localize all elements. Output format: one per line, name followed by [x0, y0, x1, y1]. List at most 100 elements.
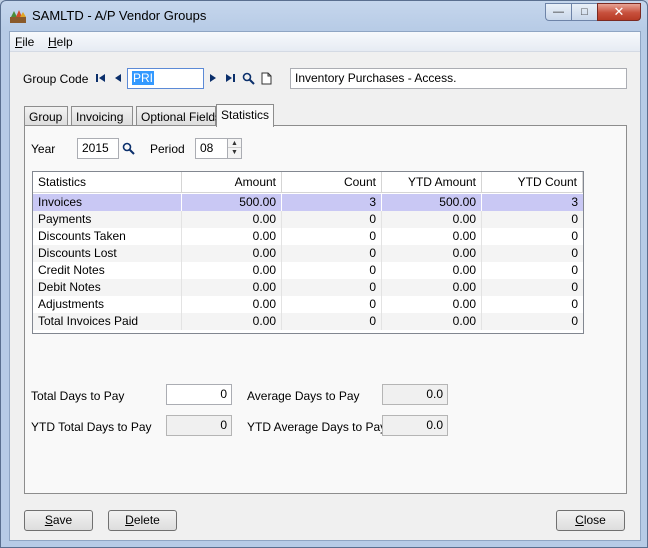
window-controls: — □ ✕	[545, 3, 641, 21]
menu-file[interactable]: File	[15, 35, 34, 49]
table-cell: 0	[282, 313, 382, 330]
delete-button[interactable]: Delete	[108, 510, 177, 531]
table-cell: 3	[282, 194, 382, 211]
table-cell: Invoices	[33, 194, 182, 211]
client-area: File Help Group Code PRI Inventory Purch…	[9, 31, 641, 541]
last-record-icon[interactable]	[223, 71, 237, 85]
table-row[interactable]: Discounts Taken 0.00 0 0.00 0	[33, 228, 583, 245]
close-label: lose	[583, 513, 606, 527]
table-row[interactable]: Total Invoices Paid 0.00 0 0.00 0	[33, 313, 583, 330]
table-cell: 0.00	[182, 228, 282, 245]
statistics-panel: Year 2015 Period 08 ▲ ▼ Statistics Amoun…	[24, 125, 627, 494]
table-header: Statistics Amount Count YTD Amount YTD C…	[33, 172, 583, 193]
close-button[interactable]: Close	[556, 510, 625, 531]
table-cell: Total Invoices Paid	[33, 313, 182, 330]
year-finder-icon[interactable]	[121, 141, 135, 155]
table-cell: 500.00	[182, 194, 282, 211]
period-label: Period	[150, 142, 185, 156]
table-cell: Debit Notes	[33, 279, 182, 296]
table-cell: 0	[571, 297, 578, 311]
table-cell: 0	[282, 279, 382, 296]
table-cell: 0.00	[182, 313, 282, 330]
group-code-input[interactable]: PRI	[127, 68, 204, 89]
statistics-table[interactable]: Statistics Amount Count YTD Amount YTD C…	[32, 171, 584, 334]
first-record-icon[interactable]	[94, 71, 108, 85]
tab-optional-fields[interactable]: Optional Fields	[136, 106, 221, 126]
next-record-icon[interactable]	[206, 71, 220, 85]
table-cell: Credit Notes	[33, 262, 182, 279]
column-header[interactable]: YTD Count	[482, 172, 583, 193]
table-cell: 0.00	[382, 313, 482, 330]
table-cell: Discounts Lost	[33, 245, 182, 262]
table-cell: 0	[571, 212, 578, 226]
table-row[interactable]: Debit Notes 0.00 0 0.00 0	[33, 279, 583, 296]
delete-accel: D	[125, 513, 134, 527]
table-cell: 0	[571, 263, 578, 277]
save-label: ave	[52, 513, 73, 527]
spin-down-icon[interactable]: ▼	[228, 148, 241, 157]
table-cell: 0.00	[182, 262, 282, 279]
table-row[interactable]: Credit Notes 0.00 0 0.00 0	[33, 262, 583, 279]
close-window-button[interactable]: ✕	[597, 3, 641, 21]
period-input[interactable]: 08	[195, 138, 228, 159]
table-cell: 0.00	[382, 211, 482, 228]
finder-icon[interactable]	[241, 71, 255, 85]
previous-record-icon[interactable]	[111, 71, 125, 85]
table-cell: 3	[571, 195, 578, 209]
group-code-label: Group Code	[23, 72, 89, 86]
delete-label: elete	[133, 513, 160, 527]
tab-group[interactable]: Group	[24, 106, 68, 126]
tab-group-label: Group	[29, 110, 63, 124]
table-cell: 0.00	[382, 228, 482, 245]
table-cell: 0.00	[382, 279, 482, 296]
tab-invoicing-label: Invoicing	[76, 110, 124, 124]
table-cell: 0	[571, 280, 578, 294]
ytd-avg-days-field: 0.0	[382, 415, 448, 436]
table-cell: 0	[571, 314, 578, 328]
tab-invoicing[interactable]: Invoicing	[71, 106, 133, 126]
year-label: Year	[31, 142, 56, 156]
column-header[interactable]: Count	[282, 172, 382, 193]
avg-days-field: 0.0	[382, 384, 448, 405]
ytd-total-days-field: 0	[166, 415, 232, 436]
period-spinner[interactable]: ▲ ▼	[227, 138, 242, 159]
total-days-label: Total Days to Pay	[31, 389, 125, 403]
tab-statistics[interactable]: Statistics	[216, 104, 274, 127]
app-window: SAMLTD - A/P Vendor Groups — □ ✕ File He…	[0, 0, 648, 548]
app-icon	[10, 10, 26, 23]
menu-help-label: elp	[56, 35, 73, 49]
group-description-field[interactable]: Inventory Purchases - Access.	[290, 68, 627, 89]
column-header[interactable]: Statistics	[33, 172, 182, 193]
menu-help-accel: H	[48, 35, 57, 49]
table-cell: 500.00	[382, 194, 482, 211]
maximize-button[interactable]: □	[571, 3, 597, 21]
table-row[interactable]: Adjustments 0.00 0 0.00 0	[33, 296, 583, 313]
save-button[interactable]: Save	[24, 510, 93, 531]
table-cell: 0	[282, 296, 382, 313]
title-bar[interactable]: SAMLTD - A/P Vendor Groups — □ ✕	[1, 1, 647, 31]
table-cell: 0	[571, 246, 578, 260]
table-row[interactable]: Invoices 500.00 3 500.00 3	[33, 194, 583, 211]
spin-up-icon[interactable]: ▲	[228, 139, 241, 148]
table-cell: 0	[282, 262, 382, 279]
table-cell: 0.00	[182, 279, 282, 296]
new-document-icon[interactable]	[259, 71, 273, 85]
table-cell: 0.00	[382, 262, 482, 279]
ytd-avg-days-label: YTD Average Days to Pay	[247, 420, 387, 434]
table-row[interactable]: Discounts Lost 0.00 0 0.00 0	[33, 245, 583, 262]
window-title: SAMLTD - A/P Vendor Groups	[32, 8, 207, 23]
column-header[interactable]: YTD Amount	[382, 172, 482, 193]
year-input[interactable]: 2015	[77, 138, 119, 159]
table-cell: Adjustments	[33, 296, 182, 313]
close-accel: C	[575, 513, 584, 527]
column-header[interactable]: Amount	[182, 172, 282, 193]
ytd-total-days-label: YTD Total Days to Pay	[31, 420, 152, 434]
table-cell: 0	[282, 245, 382, 262]
table-cell: Discounts Taken	[33, 228, 182, 245]
minimize-button[interactable]: —	[545, 3, 571, 21]
tab-optional-fields-label: Optional Fields	[141, 110, 222, 124]
table-cell: Payments	[33, 211, 182, 228]
table-row[interactable]: Payments 0.00 0 0.00 0	[33, 211, 583, 228]
total-days-input[interactable]: 0	[166, 384, 232, 405]
menu-help[interactable]: Help	[48, 35, 73, 49]
